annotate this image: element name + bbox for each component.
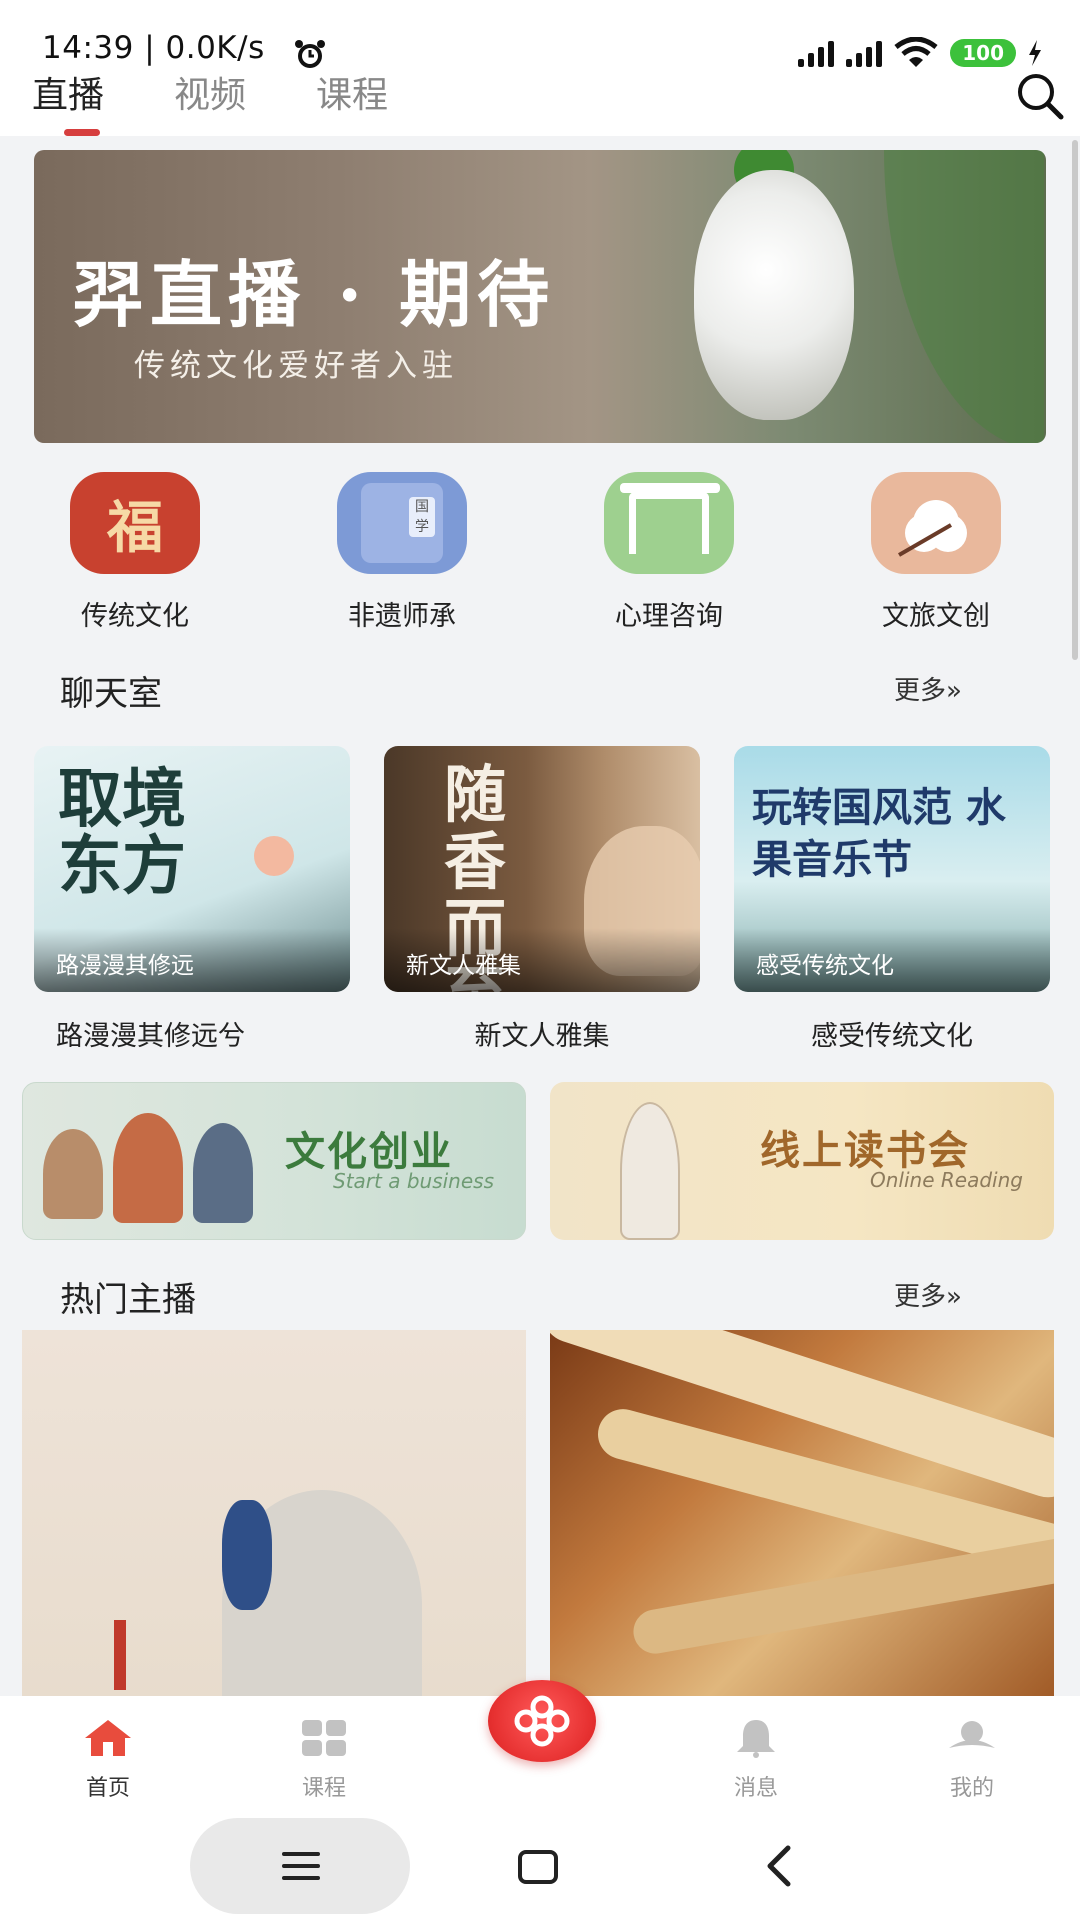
grid-icon bbox=[302, 1720, 346, 1756]
fu-icon: 福 bbox=[70, 472, 200, 574]
hero-banner[interactable]: 羿直播 · 期待 传统文化爱好者入驻 bbox=[34, 150, 1046, 443]
nav-label: 课程 bbox=[301, 1776, 346, 1801]
gate-icon bbox=[604, 472, 734, 574]
nav-messages[interactable]: 消息 bbox=[696, 1718, 816, 1802]
category-label: 非遗师承 bbox=[348, 601, 456, 632]
banner-title: 羿直播 · 期待 bbox=[72, 252, 556, 337]
book-icon: 国学 bbox=[337, 472, 467, 574]
card-caption: 新文人雅集 bbox=[384, 928, 700, 992]
nav-label: 我的 bbox=[949, 1776, 994, 1801]
status-indicators: 100 bbox=[798, 34, 1042, 72]
category-heritage[interactable]: 国学 非遗师承 bbox=[302, 472, 502, 633]
feature-subtitle: Online Reading bbox=[870, 1168, 1023, 1192]
banner-leaf bbox=[884, 150, 1044, 443]
category-culture-tourism[interactable]: 文旅文创 bbox=[836, 472, 1036, 633]
chat-card-2[interactable]: 随香而至 新文人雅集 bbox=[384, 746, 700, 992]
chat-card-title-1[interactable]: 路漫漫其修远兮 bbox=[34, 1014, 314, 1053]
card-art-text: 玩转国风范 水果音乐节 bbox=[752, 784, 1006, 883]
figure-shape bbox=[193, 1123, 253, 1223]
figure-shape bbox=[620, 1102, 680, 1240]
chat-card-title-2[interactable]: 新文人雅集 bbox=[384, 1014, 700, 1053]
feature-startup-banner[interactable]: 文化创业 Start a business bbox=[22, 1082, 526, 1240]
feature-reading-banner[interactable]: 线上读书会 Online Reading bbox=[550, 1082, 1054, 1240]
center-action-button[interactable] bbox=[488, 1680, 596, 1762]
chat-card-1[interactable]: 取境东方 路漫漫其修远 bbox=[34, 746, 350, 992]
category-counseling[interactable]: 心理咨询 bbox=[569, 472, 769, 633]
top-bar: 14:39 | 0.0K/s 100 直播 视频 课程 bbox=[0, 0, 1080, 136]
flower-icon bbox=[871, 472, 1001, 574]
banner-subtitle: 传统文化爱好者入驻 bbox=[134, 348, 458, 384]
card-overlay-text: 新文人雅集 bbox=[406, 953, 521, 979]
vase-shape bbox=[222, 1500, 272, 1610]
category-label: 传统文化 bbox=[81, 601, 189, 632]
feature-subtitle: Start a business bbox=[333, 1169, 494, 1193]
hot-more-link[interactable]: 更多» bbox=[894, 1276, 962, 1313]
card-caption: 感受传统文化 bbox=[734, 928, 1050, 992]
host-card-1[interactable] bbox=[22, 1330, 526, 1700]
sun-shape bbox=[254, 836, 294, 876]
nav-profile[interactable]: 我的 bbox=[912, 1718, 1032, 1802]
chat-section-title: 聊天室 bbox=[60, 674, 162, 714]
category-label: 心理咨询 bbox=[615, 601, 723, 632]
search-icon[interactable] bbox=[1014, 70, 1066, 122]
card-caption: 路漫漫其修远 bbox=[34, 928, 350, 992]
top-tabs: 直播 视频 课程 bbox=[32, 66, 458, 136]
tab-video[interactable]: 视频 bbox=[174, 66, 246, 136]
book-glyph: 国学 bbox=[409, 497, 435, 537]
nav-label: 首页 bbox=[85, 1776, 130, 1801]
tab-course[interactable]: 课程 bbox=[316, 66, 388, 136]
tab-live[interactable]: 直播 bbox=[32, 66, 104, 136]
banner-flower bbox=[694, 170, 854, 420]
knot-icon bbox=[514, 1695, 570, 1747]
signal-icon bbox=[798, 39, 835, 67]
nav-home[interactable]: 首页 bbox=[48, 1718, 168, 1802]
figure-shape bbox=[113, 1113, 183, 1223]
category-traditional-culture[interactable]: 福 传统文化 bbox=[35, 472, 235, 633]
hot-section-title: 热门主播 bbox=[60, 1280, 196, 1320]
chat-more-link[interactable]: 更多» bbox=[894, 670, 962, 707]
category-row: 福 传统文化 国学 非遗师承 心理咨询 文旅文创 bbox=[0, 472, 1080, 642]
candle-shape bbox=[114, 1620, 126, 1690]
nav-course[interactable]: 课程 bbox=[264, 1718, 384, 1802]
wifi-icon bbox=[894, 37, 938, 67]
home-button[interactable] bbox=[518, 1850, 558, 1884]
bell-icon bbox=[737, 1720, 775, 1758]
chat-card-3[interactable]: 玩转国风范 水果音乐节 感受传统文化 bbox=[734, 746, 1050, 992]
chat-card-title-3[interactable]: 感受传统文化 bbox=[734, 1014, 1050, 1053]
profile-icon bbox=[949, 1721, 995, 1748]
nav-label: 消息 bbox=[733, 1776, 778, 1801]
figure-shape bbox=[43, 1129, 103, 1219]
back-icon[interactable] bbox=[760, 1844, 800, 1888]
menu-button[interactable] bbox=[190, 1818, 410, 1914]
host-card-2[interactable] bbox=[550, 1330, 1054, 1700]
card-overlay-text: 路漫漫其修远 bbox=[56, 953, 194, 979]
charging-icon bbox=[1029, 40, 1041, 66]
signal-icon-2 bbox=[846, 39, 883, 67]
status-time: 14:39 | 0.0K/s bbox=[42, 30, 265, 66]
battery-badge: 100 bbox=[950, 39, 1016, 67]
home-icon bbox=[85, 1720, 131, 1756]
system-nav-bar bbox=[0, 1808, 1080, 1920]
fu-glyph: 福 bbox=[107, 494, 163, 561]
card-art-text: 取境东方 bbox=[58, 762, 186, 905]
category-label: 文旅文创 bbox=[882, 601, 990, 632]
card-overlay-text: 感受传统文化 bbox=[756, 953, 894, 979]
